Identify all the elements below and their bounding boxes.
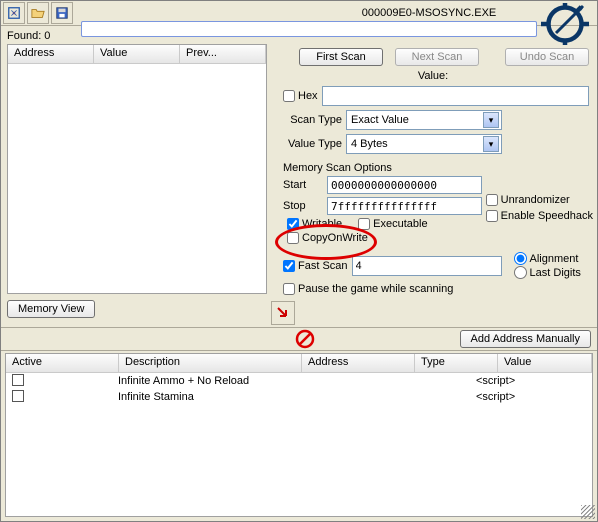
cheat-table[interactable]: Active Description Address Type Value In… [5, 353, 593, 517]
alignment-radio[interactable] [514, 252, 527, 265]
start-label: Start [283, 179, 323, 191]
writable-checkbox[interactable] [287, 218, 299, 230]
executable-checkbox[interactable] [358, 218, 370, 230]
add-selected-button[interactable] [271, 301, 295, 325]
last-digits-radio[interactable] [514, 266, 527, 279]
pause-game-label: Pause the game while scanning [298, 283, 453, 295]
executable-label: Executable [373, 218, 427, 230]
memory-scan-options-title: Memory Scan Options [283, 162, 583, 174]
cheat-value: <script> [476, 375, 592, 387]
pause-game-checkbox[interactable] [283, 283, 295, 295]
cheat-value: <script> [476, 391, 592, 403]
cheat-table-header: Active Description Address Type Value [6, 354, 592, 373]
writable-label: Writable [302, 218, 342, 230]
table-row[interactable]: Infinite Ammo + No Reload <script> [6, 373, 592, 389]
cheat-active-checkbox[interactable] [12, 390, 24, 402]
unrandomizer-checkbox[interactable] [486, 194, 498, 206]
select-process-button[interactable] [3, 2, 25, 24]
value-type-label: Value Type [277, 138, 342, 150]
col-cheat-type[interactable]: Type [415, 354, 498, 372]
save-button[interactable] [51, 2, 73, 24]
open-file-button[interactable] [27, 2, 49, 24]
copyonwrite-label: CopyOnWrite [302, 232, 368, 244]
col-active[interactable]: Active [6, 354, 119, 372]
results-table[interactable]: Address Value Prev... [7, 44, 267, 294]
cheat-description: Infinite Stamina [118, 391, 294, 403]
memory-view-button[interactable]: Memory View [7, 300, 95, 318]
enable-speedhack-checkbox[interactable] [486, 210, 498, 222]
no-entry-icon [295, 329, 315, 349]
value-label: Value: [277, 70, 589, 82]
value-input[interactable] [322, 86, 589, 106]
scan-type-label: Scan Type [277, 114, 342, 126]
stop-address-input[interactable] [327, 197, 482, 215]
cheat-description: Infinite Ammo + No Reload [118, 375, 294, 387]
resize-grip[interactable] [581, 505, 595, 519]
copyonwrite-checkbox[interactable] [287, 232, 299, 244]
col-cheat-value[interactable]: Value [498, 354, 592, 372]
col-description[interactable]: Description [119, 354, 302, 372]
scan-type-combo[interactable]: Exact Value [346, 110, 502, 130]
start-address-input[interactable] [327, 176, 482, 194]
hex-checkbox[interactable] [283, 90, 295, 102]
col-value[interactable]: Value [94, 45, 180, 63]
results-table-header: Address Value Prev... [8, 45, 266, 64]
arrow-down-right-icon [275, 305, 291, 321]
scan-progress-bar [81, 21, 537, 37]
cheat-active-checkbox[interactable] [12, 374, 24, 386]
first-scan-button[interactable]: First Scan [299, 48, 383, 66]
stop-label: Stop [283, 200, 323, 212]
value-type-combo[interactable]: 4 Bytes [346, 134, 502, 154]
col-previous[interactable]: Prev... [180, 45, 266, 63]
hex-label: Hex [298, 90, 318, 102]
add-address-manually-button[interactable]: Add Address Manually [460, 330, 591, 348]
table-row[interactable]: Infinite Stamina <script> [6, 389, 592, 405]
col-cheat-address[interactable]: Address [302, 354, 415, 372]
fast-scan-label: Fast Scan [298, 260, 348, 272]
clear-list-button[interactable] [295, 329, 315, 349]
fast-scan-checkbox[interactable] [283, 260, 295, 272]
process-title: 000009E0-MSOSYNC.EXE [362, 7, 497, 19]
undo-scan-button: Undo Scan [505, 48, 589, 66]
col-address[interactable]: Address [8, 45, 94, 63]
next-scan-button: Next Scan [395, 48, 479, 66]
fast-scan-value[interactable] [352, 256, 502, 276]
